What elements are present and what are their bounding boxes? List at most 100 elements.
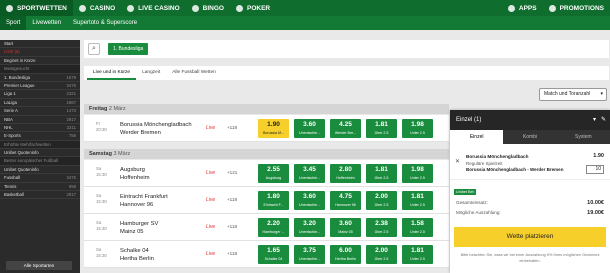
search-icon[interactable]: ⌕ [88, 43, 100, 55]
sidebar-item-count: 2211 [66, 124, 76, 130]
tab-langzeit[interactable]: Langzeit [136, 66, 166, 80]
nav-poker[interactable]: POKER [230, 0, 276, 16]
odds-button[interactable]: 1.90 Borussia M... [258, 119, 289, 138]
team-names: Borussia Mönchengladbach Werder Bremen [120, 121, 192, 137]
more-markets-link[interactable]: +118 [227, 125, 237, 130]
bet-slip: Einzel (1) ▾ ✎ Einzel Kombi System ✕ Bor… [450, 110, 610, 273]
odds-button[interactable]: 4.75 Hannover 96 [330, 191, 361, 210]
poker-chip-icon [235, 4, 243, 12]
sidebar-item[interactable]: Fussball 3476 [0, 174, 80, 183]
nav-promotions[interactable]: PROMOTIONS [543, 0, 610, 16]
nav-apps[interactable]: APPS [502, 0, 543, 16]
sidebar-item-label: LaLiga [4, 99, 17, 105]
day-date: 3 März [113, 151, 131, 157]
odds-button[interactable]: 2.55 Augsburg [258, 164, 289, 183]
sidebar-item[interactable]: 1. Bundesliga 1679 [0, 74, 80, 82]
odds-button[interactable]: 1.98 Unter 2.5 [402, 119, 433, 138]
live-tag: Live [206, 251, 216, 257]
odds-value: 2.00 [375, 247, 388, 254]
odds-button[interactable]: 3.75 Unentschie... [294, 245, 325, 264]
sidebar-item[interactable]: Basketball 2917 [0, 191, 80, 200]
odds-button[interactable]: 3.60 Unentschie... [294, 119, 325, 138]
total-label: Gesamteinsatz: [456, 200, 488, 205]
odds-button[interactable]: 2.20 Hamburger ... [258, 218, 289, 237]
sidebar-item[interactable]: LIVE (6) [0, 48, 80, 57]
odds-button[interactable]: 1.81 Unter 2.5 [402, 191, 433, 210]
tab-live-und-in-kuerze[interactable]: Live und in Kürze [87, 66, 137, 80]
minimize-icon[interactable]: ▾ [593, 110, 596, 130]
sidebar-item[interactable]: Unibet Quoteninfo [0, 166, 80, 175]
football-icon [6, 4, 13, 12]
match-row[interactable]: Sa 15:30 Hamburger SV Mainz 05 Live +118 2.20 H… [84, 214, 449, 241]
tab-system[interactable]: System [557, 130, 610, 144]
sidebar-item[interactable]: Tennis 958 [0, 183, 80, 192]
sidebar-item[interactable]: Bester europäischer Fußball [0, 157, 80, 166]
pin-icon[interactable]: ✎ [601, 110, 606, 130]
odds-button[interactable]: 3.60 Unentschie... [294, 191, 325, 210]
odds-button[interactable]: 3.45 Unentschie... [294, 164, 325, 183]
sidebar-item[interactable]: Unibet Quoteninfo [0, 149, 80, 158]
odds-button[interactable]: 1.81 Über 2.5 [366, 164, 397, 183]
sidebar-item[interactable]: Beginnt in Kürze [0, 57, 80, 66]
odds-value: 1.65 [267, 247, 280, 254]
tab-einzel[interactable]: Einzel [450, 130, 504, 144]
sort-dropdown[interactable]: Match und Toranzahl ▾ [539, 88, 607, 101]
odds-button[interactable]: 2.38 Über 2.5 [366, 218, 397, 237]
odds-button[interactable]: 1.65 Schalke 04 [258, 245, 289, 264]
odds-button[interactable]: 3.20 Unentschie... [294, 218, 325, 237]
odds-button[interactable]: 3.60 Mainz 05 [330, 218, 361, 237]
nav-label: POKER [246, 4, 271, 12]
bet-slip-title: Einzel (1) [456, 117, 482, 123]
match-row[interactable]: Sa 15:30 Augsburg Hoffenheim Live +121 2.55 Aug… [84, 160, 449, 187]
nav-casino[interactable]: CASINO [73, 0, 121, 16]
bet-slip-header[interactable]: Einzel (1) ▾ ✎ [450, 110, 610, 130]
match-row[interactable]: Sa 15:30 Schalke 04 Hertha Berlin Live +118 1.… [84, 241, 449, 268]
sidebar-item[interactable]: E-Sports 756 [0, 132, 80, 141]
subnav-supertoto[interactable]: Supertoto & Superscore [67, 16, 143, 30]
odds-button[interactable]: 1.98 Unter 2.5 [402, 164, 433, 183]
sidebar-item[interactable]: Start [0, 40, 80, 49]
subnav-livewetten[interactable]: Livewetten [26, 16, 67, 30]
place-bet-button[interactable]: Wette platzieren [454, 227, 606, 247]
tab-alle-fussball-wetten[interactable]: Alle Fussball Wetten [166, 66, 222, 80]
odds-button[interactable]: 6.00 Hertha Berlin [330, 245, 361, 264]
more-markets-link[interactable]: +118 [227, 224, 237, 229]
nav-label: SPORTWETTEN [17, 4, 67, 12]
all-sports-button[interactable]: Alle Sportarten [6, 261, 72, 270]
match-row[interactable]: Sa 15:30 Eintracht Frankfurt Hannover 96 Liv… [84, 187, 449, 214]
odds-button[interactable]: 4.25 Werder Bre... [330, 119, 361, 138]
stake-input[interactable]: 10 [586, 165, 604, 174]
sidebar-item[interactable]: Serie A 1473 [0, 107, 80, 116]
nav-bingo[interactable]: BINGO [186, 0, 230, 16]
team-names: Hamburger SV Mainz 05 [120, 220, 158, 236]
sidebar-item[interactable]: Premier League 3476 [0, 82, 80, 91]
sidebar-item[interactable]: NBA 2917 [0, 116, 80, 124]
more-markets-link[interactable]: +118 [227, 197, 237, 202]
odds-button[interactable]: 1.58 Unter 2.5 [402, 218, 433, 237]
odds-label: Werder Bre... [334, 131, 357, 135]
nav-live-casino[interactable]: LIVE CASINO [121, 0, 186, 16]
odds-button[interactable]: 1.80 Eintracht F... [258, 191, 289, 210]
odds-button[interactable]: 2.80 Hoffenheim [330, 164, 361, 183]
subnav-sport[interactable]: Sport [0, 16, 27, 30]
sidebar-item-label: 1. Bundesliga [4, 74, 31, 80]
sidebar-item[interactable]: LaLiga 1867 [0, 99, 80, 108]
sidebar-item[interactable]: Liga 1 2321 [0, 90, 80, 99]
sidebar-item[interactable]: Erhöhte Mehrfachwetten [0, 140, 80, 150]
league-chip[interactable]: 1. Bundesliga [108, 43, 149, 55]
odds-button[interactable]: 1.81 Über 2.5 [366, 119, 397, 138]
more-markets-link[interactable]: +121 [227, 170, 237, 175]
remove-bet-icon[interactable]: ✕ [455, 158, 460, 165]
sidebar-item[interactable]: NHL 2211 [0, 124, 80, 133]
odds-button[interactable]: 2.00 Über 2.5 [366, 245, 397, 264]
sidebar-item-label: NHL [4, 124, 13, 130]
sidebar-item[interactable]: Meistgesucht [0, 65, 80, 74]
more-markets-link[interactable]: +118 [227, 251, 237, 256]
sidebar-item-count: 2917 [66, 116, 76, 122]
nav-sportwetten[interactable]: SPORTWETTEN [0, 0, 73, 16]
odds-button[interactable]: 1.81 Unter 2.5 [402, 245, 433, 264]
odds-button[interactable]: 2.00 Über 2.5 [366, 191, 397, 210]
match-row[interactable]: Fr 20:30 Borussia Mönchengladbach Werder Br… [84, 115, 449, 142]
odds-label: Hamburger ... [262, 230, 285, 234]
tab-kombi[interactable]: Kombi [503, 130, 556, 144]
